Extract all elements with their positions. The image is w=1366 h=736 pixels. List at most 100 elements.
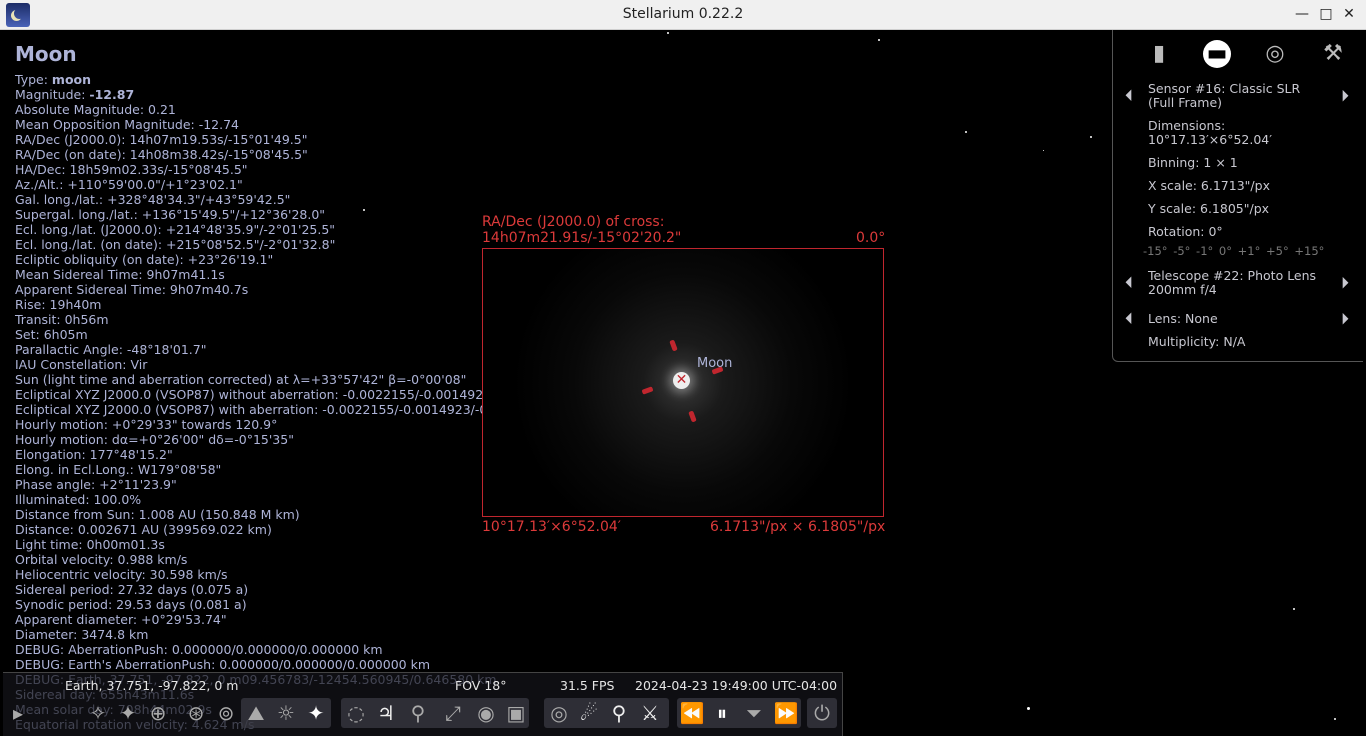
constellation-art-icon[interactable]: ✦ [113,698,143,728]
y-scale-readout: Y scale: 6.1805"/px [1148,201,1270,216]
info-line: Synodic period: 29.53 days (0.081 a) [15,597,589,612]
info-line-label: Sun (light time and aberration corrected… [15,372,467,387]
info-line-label: RA/Dec (J2000.0): 14h07m19.53s/-15°01'49… [15,132,308,147]
info-line-label: Orbital velocity: 0.988 km/s [15,552,188,567]
next-telescope-icon[interactable]: ⏵ [1341,273,1349,293]
close-icon[interactable]: ✕ [1339,4,1359,24]
info-line: Light time: 0h00m01.3s [15,537,589,552]
fov-readout: FOV 18° [455,678,507,693]
info-line-label: Magnitude: [15,87,86,102]
eye-icon[interactable]: ◉ [471,698,501,728]
info-line-label: DEBUG: Earth's AberrationPush: 0.000000/… [15,657,431,672]
info-line-label: Hourly motion: +0°29'33" towards 120.9° [15,417,278,432]
nebulae-icon[interactable]: ✦ [301,698,331,728]
info-line-label: IAU Constellation: Vir [15,357,148,372]
binning-readout: Binning: 1 × 1 [1148,155,1238,170]
info-line-label: Distance from Sun: 1.008 AU (150.848 M k… [15,507,300,522]
object-name: Moon [15,42,77,66]
info-line-label: Type: [15,72,48,87]
star [1293,608,1295,610]
ground-icon[interactable]: ⊚ [211,698,241,728]
sky-view[interactable]: Moon Type: moon Magnitude: -12.87 Absolute… [3,30,1363,736]
info-line: DEBUG: Earth's AberrationPush: 0.000000/… [15,657,589,672]
rotation-steps[interactable]: -15° -5° -1° 0° +1° +5° +15° [1143,244,1324,258]
now-icon[interactable]: ⏷ [739,698,769,728]
info-line: Orbital velocity: 0.988 km/s [15,552,589,567]
moon-object[interactable]: ✕ [673,372,690,389]
deep-sky-icon[interactable]: ◌ [341,698,371,728]
star [878,39,880,41]
planet-orbit-icon[interactable]: ◎ [544,698,574,728]
info-line: Magnitude: -12.87 [15,87,589,102]
info-line: HA/Dec: 18h59m02.33s/-15°08'45.5" [15,162,589,177]
window-title: Stellarium 0.22.2 [622,6,744,22]
star [965,131,967,133]
star [1090,136,1092,138]
info-line-label: Apparent Sidereal Time: 9h07m40.7s [15,282,249,297]
info-line: DEBUG: AberrationPush: 0.000000/0.000000… [15,642,589,657]
info-line-label: Ecl. long./lat. (J2000.0): +214°48'35.9"… [15,222,336,237]
prev-telescope-icon[interactable]: ⏴ [1125,273,1133,293]
atmosphere-icon[interactable]: ☼ [271,698,301,728]
info-line-label: Ecliptic obliquity (on date): +23°26'19.… [15,252,274,267]
power-icon[interactable]: ⏻ [807,698,837,728]
equatorial-grid-icon[interactable]: ⊕ [143,698,173,728]
dimensions-value: 10°17.13′×6°52.04′ [1148,132,1273,147]
telrad-icon[interactable]: ◎ [1261,40,1289,68]
next-sensor-icon[interactable]: ⏵ [1341,86,1349,106]
info-line: RA/Dec (on date): 14h08m38.42s/-15°08'45… [15,147,589,162]
star [1043,150,1044,151]
fast-forward-icon[interactable]: ⏩ [771,698,801,728]
oculars-panel: ▮ ▬ ◎ ⚒ ⏴ Sensor #16: Classic SLR (Full … [1112,30,1363,362]
title-bar: Stellarium 0.22.2 — □ ✕ [0,0,1366,30]
sensor-icon[interactable]: ▬ [1203,40,1231,68]
info-line: RA/Dec (J2000.0): 14h07m19.53s/-15°01'49… [15,132,589,147]
info-line: Gal. long./lat.: +328°48'34.3"/+43°59'42… [15,192,589,207]
info-line-value: -12.87 [89,87,135,102]
telescope-icon[interactable]: ⚲ [403,698,433,728]
meteor-icon[interactable]: ☄ [574,698,604,728]
ccd-icon[interactable]: ▣ [501,698,531,728]
info-line-label: Distance: 0.002671 AU (399569.022 km) [15,522,272,537]
info-line-label: Phase angle: +2°11'23.9" [15,477,177,492]
star [667,32,669,34]
bottom-toolbar: Earth, 37.751, -97.822, 0 m FOV 18° 31.5… [3,672,843,736]
rewind-icon[interactable]: ⏪ [677,698,707,728]
pause-icon[interactable]: ⏸ [707,698,737,728]
info-line: Az./Alt.: +110°59'00.0"/+1°23'02.1" [15,177,589,192]
info-line-label: Diameter: 3474.8 km [15,627,149,642]
prev-lens-icon[interactable]: ⏴ [1125,309,1133,329]
info-line-label: Synodic period: 29.53 days (0.081 a) [15,597,247,612]
info-line-label: Apparent diameter: +0°29'53.74" [15,612,227,627]
info-line-label: Mean Sidereal Time: 9h07m41.1s [15,267,225,282]
maximize-icon[interactable]: □ [1316,4,1336,24]
dimensions-label: Dimensions: [1148,118,1226,133]
info-line: Heliocentric velocity: 30.598 km/s [15,567,589,582]
info-line-label: Mean Opposition Magnitude: -12.74 [15,117,239,132]
telescope-name: Telescope #22: Photo Lens 200mm f/4 [1148,268,1317,297]
window-toggle-icon[interactable]: ▸ [3,698,33,728]
satellite-icon[interactable]: ⚔ [635,698,665,728]
location-readout[interactable]: Earth, 37.751, -97.822, 0 m [65,678,238,693]
ocular-icon[interactable]: ▮ [1145,40,1173,68]
prev-sensor-icon[interactable]: ⏴ [1125,86,1133,106]
info-line-label: Az./Alt.: +110°59'00.0"/+1°23'02.1" [15,177,243,192]
minimize-icon[interactable]: — [1292,4,1312,24]
info-line-label: Set: 6h05m [15,327,88,342]
info-line-label: Transit: 0h56m [15,312,109,327]
info-line-label: HA/Dec: 18h59m02.33s/-15°08'45.5" [15,162,248,177]
info-line-label: Supergal. long./lat.: +136°15'49.5"/+12°… [15,207,326,222]
landscape-icon[interactable]: ⛰ [241,698,271,728]
search-icon[interactable]: ⚲ [604,698,634,728]
info-line: Type: moon [15,72,589,87]
constellation-lines-icon[interactable]: ✧ [83,698,113,728]
wrench-icon[interactable]: ⚒ [1319,40,1347,68]
info-line-label: DEBUG: AberrationPush: 0.000000/0.000000… [15,642,383,657]
fullscreen-icon[interactable]: ⤢ [438,698,468,728]
datetime-readout[interactable]: 2024-04-23 19:49:00 UTC-04:00 [635,678,837,693]
azimuthal-grid-icon[interactable]: ⊛ [181,698,211,728]
planet-icon[interactable]: ♃ [371,698,401,728]
next-lens-icon[interactable]: ⏵ [1341,309,1349,329]
info-line: Mean Opposition Magnitude: -12.74 [15,117,589,132]
info-line-label: Elong. in Ecl.Long.: W179°08'58" [15,462,222,477]
